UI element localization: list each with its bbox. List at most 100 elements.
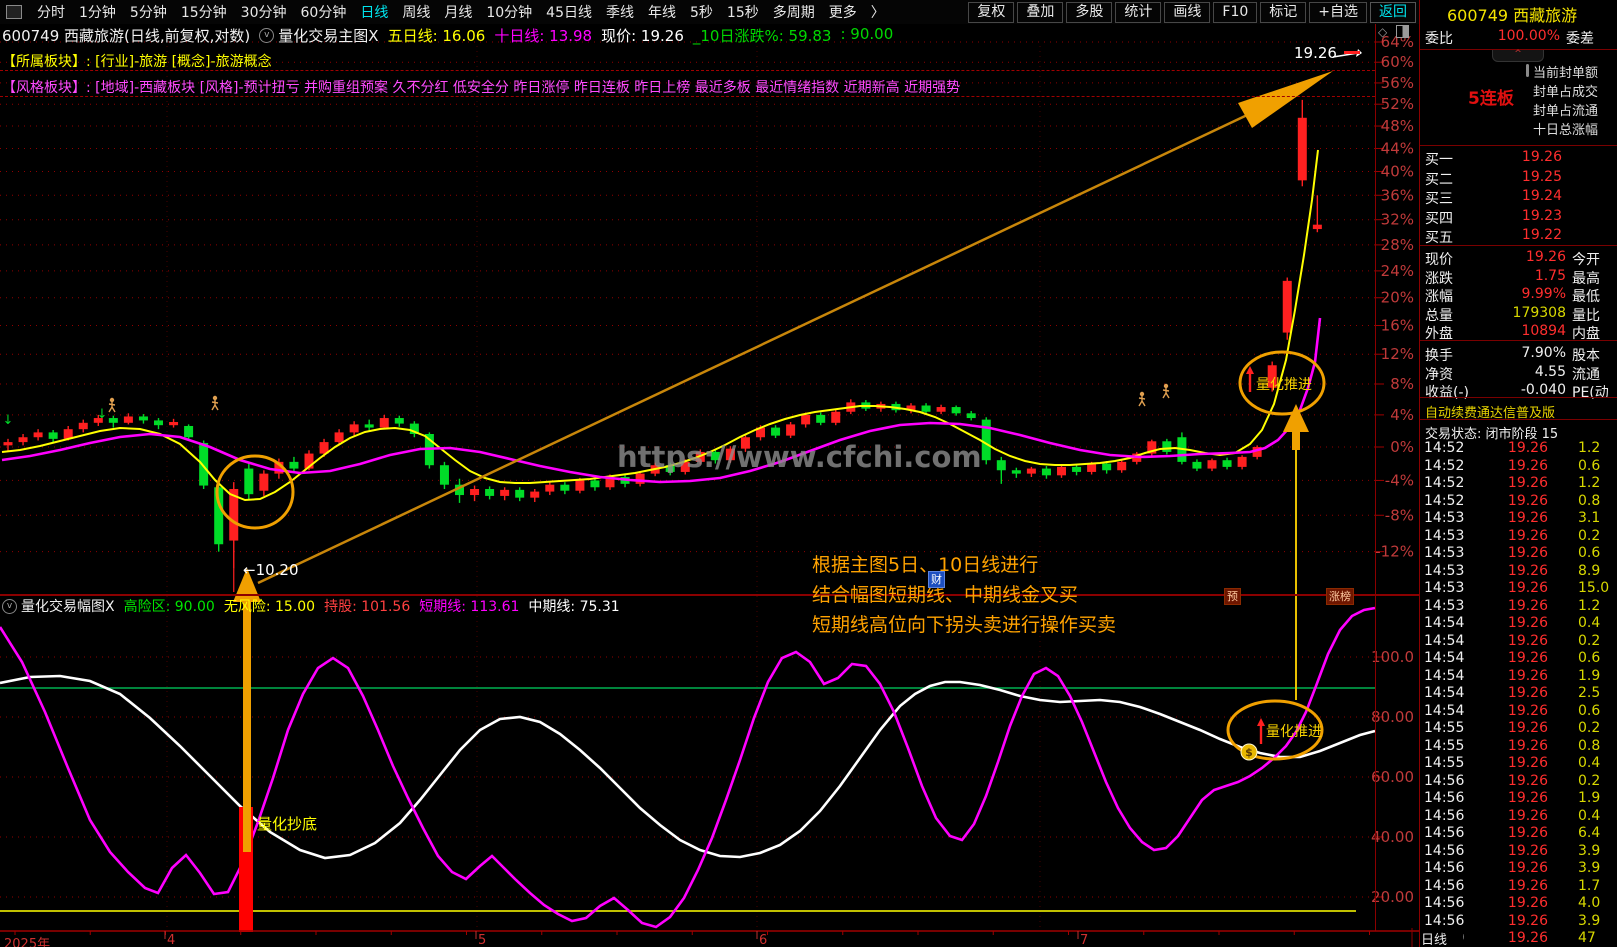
indicator-field: _10日涨跌%: 59.83 [692, 26, 832, 45]
tick-time: 14:56 [1424, 790, 1465, 806]
buy-level-price: 19.24 [1521, 188, 1562, 205]
indicator-field: 短期线: 113.61 [419, 599, 520, 615]
action-button-F10[interactable]: F10 [1213, 1, 1258, 23]
divider [1420, 245, 1617, 246]
indicator-badge-icon[interactable]: v [259, 27, 275, 43]
divider [1420, 145, 1617, 146]
green-down-arrow-icon: ↓ [3, 413, 14, 428]
quote-label-2: 量比 [1572, 307, 1600, 324]
tick-price: 19.26 [1507, 702, 1548, 719]
tick-price: 19.26 [1507, 650, 1548, 666]
tick-time: 14:54 [1424, 650, 1465, 666]
period-tab-年线[interactable]: 年线 [641, 0, 683, 24]
toolbar-actions: 复权 叠加 多股 统计 画线 F10 标记 +自选 返回 [968, 1, 1419, 23]
tick-time: 14:56 [1424, 912, 1465, 929]
period-indicator[interactable]: 日线 [1421, 929, 1463, 947]
buy-level-label: 买二 [1425, 171, 1453, 188]
sector1-links[interactable]: [行业]-旅游 [概念]-旅游概念 [95, 54, 271, 70]
tick-volume: 3.1 [1578, 510, 1601, 526]
sector2-links[interactable]: [地域]-西藏板块 [风格]-预计扭亏 并购重组预案 久不分红 低安全分 昨日涨… [95, 80, 960, 96]
indicator-field: 五日线: 16.06 [387, 26, 486, 45]
period-tab-15秒[interactable]: 15秒 [720, 0, 766, 24]
quote-value: 7.90% [1521, 345, 1566, 361]
panel-toggle-icon[interactable] [1396, 25, 1409, 38]
tick-time: 14:53 [1424, 580, 1465, 596]
main-indicator-name[interactable]: 量化交易主图X [278, 25, 378, 46]
quote-value: 1.75 [1534, 267, 1566, 284]
tick-volume: 0.6 [1578, 702, 1601, 719]
indicator-field: 中期线: 75.31 [528, 599, 620, 615]
period-tab-日线[interactable]: 日线 [353, 0, 395, 24]
action-button-标记[interactable]: 标记 [1260, 1, 1307, 23]
sub-scale-label: 60.00 [1371, 768, 1414, 786]
tick-volume: 1.9 [1578, 667, 1601, 684]
zhangbang-badge-icon[interactable]: 涨榜 [1326, 588, 1354, 605]
main-scale-label: 40% [1381, 163, 1414, 181]
period-tab-周线[interactable]: 周线 [395, 0, 437, 24]
period-tab-5分钟[interactable]: 5分钟 [123, 0, 174, 24]
main-scale-label: 24% [1381, 262, 1414, 280]
sub-indicator-name[interactable]: 量化交易幅图X [21, 596, 115, 616]
axis-year-label: 2025年 [4, 937, 51, 947]
buy-level-label: 买一 [1425, 152, 1453, 168]
action-button-+自选[interactable]: +自选 [1309, 1, 1367, 23]
coin-icon: $ [1240, 743, 1258, 761]
period-tab-10分钟[interactable]: 10分钟 [479, 0, 539, 24]
action-button-复权[interactable]: 复权 [968, 1, 1015, 23]
action-button-叠加[interactable]: 叠加 [1017, 1, 1064, 23]
tick-time: 14:54 [1424, 632, 1465, 649]
tick-price: 19.26 [1507, 842, 1548, 859]
indicator-badge-icon[interactable]: v [2, 598, 17, 614]
tick-volume: 3.9 [1578, 842, 1601, 859]
tick-volume: 0.6 [1578, 457, 1601, 474]
sector2-prefix: 【风格板块】: [2, 80, 91, 96]
period-tab-30分钟[interactable]: 30分钟 [234, 0, 294, 24]
action-button-返回[interactable]: 返回 [1370, 1, 1416, 23]
green-down-arrow-icon: ↓ [97, 407, 108, 422]
quote-label: 换手 [1425, 348, 1453, 364]
chevron-right-icon[interactable]: 〉 [864, 0, 892, 24]
cai-badge-icon[interactable]: 财 [928, 571, 945, 588]
tick-volume: 8.9 [1578, 562, 1601, 579]
tick-price: 19.26 [1507, 860, 1548, 876]
weibi-value: 100.00% [1497, 28, 1560, 44]
period-tab-季线[interactable]: 季线 [599, 0, 641, 24]
action-button-多股[interactable]: 多股 [1066, 1, 1113, 23]
divider [1420, 397, 1617, 398]
tick-price: 19.26 [1507, 510, 1548, 526]
tick-time: 14:56 [1424, 842, 1465, 859]
quote-label: 涨幅 [1425, 289, 1453, 306]
tick-volume: 0.4 [1578, 615, 1601, 631]
indicator-field: 无风险: 15.00 [223, 599, 316, 615]
buy-level-price: 19.22 [1521, 227, 1562, 244]
tick-price: 19.26 [1507, 527, 1548, 544]
period-tab-月线[interactable]: 月线 [437, 0, 479, 24]
tick-price: 19.26 [1507, 545, 1548, 561]
sub-scale-label: 40.00 [1371, 828, 1414, 846]
period-tab-60分钟[interactable]: 60分钟 [294, 0, 354, 24]
quote-panel: 委比 100.00% 委差 ^ 5连板 当前封单额 封单占成交 封单占流通 十日总涨幅… [1419, 0, 1617, 947]
period-tab-更多[interactable]: 更多 [822, 0, 864, 24]
period-tab-15分钟[interactable]: 15分钟 [174, 0, 234, 24]
tick-price: 19.26 [1507, 877, 1548, 894]
period-tab-分时[interactable]: 分时 [30, 0, 72, 24]
diamond-icon[interactable]: ◇ [1378, 25, 1387, 39]
tick-volume: 2.5 [1578, 685, 1601, 701]
quote-label-2: 股本 [1572, 348, 1600, 364]
period-tab-45日线[interactable]: 45日线 [539, 0, 599, 24]
price-annotation: 19.26 [1294, 44, 1337, 62]
yu-badge-icon[interactable]: 预 [1224, 588, 1241, 605]
period-tab-多周期[interactable]: 多周期 [766, 0, 822, 24]
axis-month-label: 7 [1080, 933, 1089, 947]
tick-price: 19.26 [1507, 720, 1548, 736]
tick-price: 19.26 [1507, 790, 1548, 806]
collapse-tab-chevron-up-icon[interactable]: ^ [1492, 50, 1544, 62]
period-tab-5秒[interactable]: 5秒 [683, 0, 720, 24]
seal-info-label: 封单占成交 [1533, 85, 1599, 100]
action-button-统计[interactable]: 统计 [1115, 1, 1162, 23]
window-icon[interactable] [6, 5, 22, 19]
action-button-画线[interactable]: 画线 [1164, 1, 1211, 23]
main-scale-label: 48% [1381, 117, 1414, 135]
period-tab-1分钟[interactable]: 1分钟 [72, 0, 123, 24]
tick-time: 14:55 [1424, 720, 1465, 736]
